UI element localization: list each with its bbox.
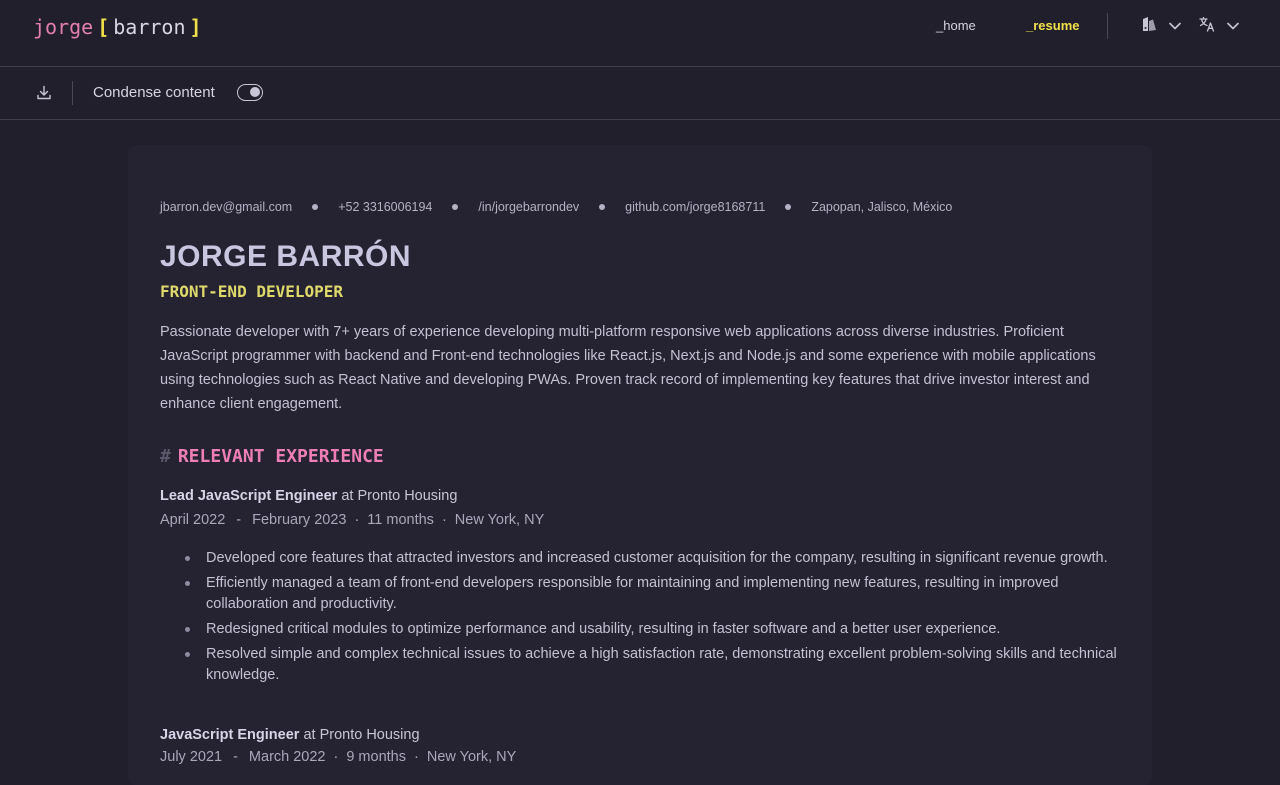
resume-summary: Passionate developer with 7+ years of ex… bbox=[160, 324, 1096, 412]
resume-name: JORGE BARRÓN bbox=[160, 240, 412, 273]
contact-email-link[interactable]: jbarron.dev@gmail.com bbox=[160, 199, 292, 215]
condense-content-toggle[interactable] bbox=[237, 84, 263, 101]
theme-palette-icon bbox=[1141, 16, 1157, 37]
job-location: New York, NY bbox=[454, 512, 545, 528]
contact-separator-dot bbox=[785, 204, 792, 210]
theme-dropdown[interactable] bbox=[1141, 16, 1181, 36]
date-dash: - bbox=[233, 749, 238, 765]
job-at: at bbox=[303, 727, 316, 743]
contact-separator-dot bbox=[312, 204, 319, 210]
job-start-date: July 2021 bbox=[160, 749, 223, 765]
top-navbar: jorge [ barron ] _home _resume bbox=[0, 0, 1280, 67]
logo-close-bracket: ] bbox=[189, 15, 202, 39]
job-role: JavaScript Engineer bbox=[160, 727, 300, 743]
logo-first-name: jorge bbox=[33, 15, 94, 39]
job-at: at bbox=[341, 488, 354, 504]
toolbar-divider bbox=[72, 81, 73, 105]
job-duration: 11 months bbox=[367, 512, 434, 528]
list-item: Efficiently managed a team of front-end … bbox=[160, 573, 1120, 615]
contact-separator-dot bbox=[452, 204, 459, 210]
job-location: New York, NY bbox=[426, 749, 517, 765]
contact-github-link[interactable]: github.com/jorge8168711 bbox=[625, 199, 765, 215]
contact-linkedin-link[interactable]: /in/jorgebarrondev bbox=[478, 199, 579, 215]
contact-location: Zapopan, Jalisco, México bbox=[811, 200, 953, 214]
meta-dot: · bbox=[333, 749, 339, 765]
list-item: Resolved simple and complex technical is… bbox=[160, 644, 1120, 686]
job-duration: 9 months bbox=[346, 749, 406, 765]
job-company: Pronto Housing bbox=[357, 488, 458, 504]
nav-resume-link[interactable]: _resume bbox=[1026, 18, 1079, 34]
resume-toolbar: Condense content bbox=[0, 67, 1280, 120]
list-item: Redesigned critical modules to optimize … bbox=[160, 619, 1120, 640]
nav-home-link[interactable]: _home bbox=[936, 18, 976, 34]
job-meta: July 2021 - March 2022 · 9 months · New … bbox=[160, 747, 516, 767]
job-end-date: February 2023 bbox=[252, 512, 347, 528]
site-logo[interactable]: jorge [ barron ] bbox=[33, 14, 206, 40]
download-button[interactable] bbox=[35, 84, 53, 102]
nav-divider bbox=[1107, 13, 1108, 39]
chevron-down-icon bbox=[1227, 17, 1239, 35]
chevron-down-icon bbox=[1169, 17, 1181, 35]
condense-content-label: Condense content bbox=[93, 84, 215, 101]
job-role: Lead JavaScript Engineer bbox=[160, 488, 338, 504]
section-heading-text: RELEVANT EXPERIENCE bbox=[177, 446, 384, 467]
contact-info-row: jbarron.dev@gmail.com +52 3316006194 /in… bbox=[160, 199, 952, 215]
meta-dot: · bbox=[354, 512, 360, 528]
toggle-knob bbox=[250, 87, 260, 97]
section-hash: # bbox=[160, 446, 171, 467]
section-heading-experience: # RELEVANT EXPERIENCE bbox=[160, 446, 384, 468]
date-dash: - bbox=[236, 512, 242, 528]
job-start-date: April 2022 bbox=[160, 512, 226, 528]
logo-open-bracket: [ bbox=[97, 15, 110, 39]
job-achievements-list: Developed core features that attracted i… bbox=[160, 548, 1120, 690]
job-meta: April 2022 - February 2023 · 11 months ·… bbox=[160, 510, 544, 530]
translate-icon bbox=[1199, 16, 1215, 37]
job-company: Pronto Housing bbox=[319, 727, 420, 743]
download-icon bbox=[35, 85, 53, 106]
logo-last-name: barron bbox=[113, 15, 186, 39]
job-title: JavaScript Engineer at Pronto Housing bbox=[160, 725, 420, 745]
list-item: Developed core features that attracted i… bbox=[160, 548, 1120, 569]
meta-dot: · bbox=[414, 749, 419, 765]
contact-phone-link[interactable]: +52 3316006194 bbox=[338, 199, 432, 215]
resume-role: FRONT-END DEVELOPER bbox=[160, 282, 344, 301]
meta-dot: · bbox=[441, 512, 447, 528]
job-end-date: March 2022 bbox=[248, 749, 326, 765]
job-title: Lead JavaScript Engineer at Pronto Housi… bbox=[160, 486, 457, 506]
language-dropdown[interactable] bbox=[1199, 16, 1239, 36]
contact-separator-dot bbox=[599, 204, 606, 210]
